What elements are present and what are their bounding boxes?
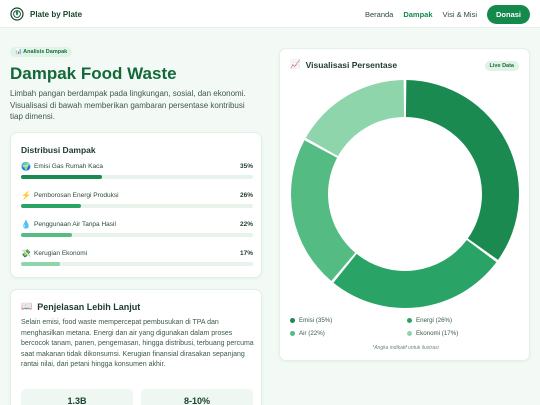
plate-logo-icon	[10, 7, 24, 21]
brand-name: Plate by Plate	[30, 9, 83, 19]
donasi-button[interactable]: Donasi	[486, 5, 530, 24]
progress-fill	[21, 175, 103, 179]
intro-text: Limbah pangan berdampak pada lingkungan,…	[10, 89, 246, 121]
progress-track	[21, 204, 253, 208]
explanation-text: Selain emisi, food waste mempercepat pem…	[21, 319, 254, 369]
legend-item: Emisi (35%)	[290, 317, 332, 324]
donut-slice-air[interactable]	[291, 140, 356, 281]
legend-swatch	[407, 318, 412, 323]
legend-swatch	[407, 331, 412, 336]
donut-chart	[291, 80, 519, 308]
chart-card: 📈 Visualisasi Persentase Live Data Emisi…	[279, 48, 530, 361]
legend-item: Air (22%)	[290, 330, 325, 337]
distribution-row-energi: ⚡ Pemborosan Energi Produksi 26%	[21, 191, 253, 214]
distribution-row-emisi: 🌍 Emisi Gas Rumah Kaca 35%	[21, 162, 253, 185]
stat-value: 8-10%	[183, 396, 210, 405]
row-percentage: 26%	[239, 192, 253, 199]
distribution-row-ekonomi: 💸 Kerugian Ekonomi 17%	[21, 249, 253, 272]
book-icon: 📖	[21, 301, 33, 311]
legend-label: Air (22%)	[299, 330, 325, 337]
row-percentage: 17%	[239, 250, 253, 257]
top-navbar: Plate by Plate Beranda Dampak Visi & Mis…	[0, 0, 540, 28]
explanation-title: Penjelasan Lebih Lanjut	[37, 301, 141, 312]
donut-slice-ekonomi[interactable]	[305, 80, 405, 157]
row-label: Pemborosan Energi Produksi	[34, 192, 119, 199]
globe-icon: 🌍	[21, 162, 31, 171]
distribution-title: Distribusi Dampak	[21, 145, 96, 155]
legend-swatch	[290, 318, 295, 323]
nav-link-dampak[interactable]: Dampak	[403, 10, 432, 19]
stat-value: 1.3B	[67, 396, 87, 405]
donut-slice-energi[interactable]	[333, 240, 497, 308]
progress-fill	[21, 204, 82, 208]
row-label: Emisi Gas Rumah Kaca	[34, 163, 103, 170]
progress-fill	[21, 262, 61, 266]
row-percentage: 22%	[239, 221, 253, 228]
water-drop-icon: 💧	[21, 220, 31, 229]
legend-item: Energi (26%)	[407, 317, 452, 324]
progress-fill	[21, 233, 73, 237]
analysis-badge: 📊 Analisis Dampak	[10, 47, 73, 57]
explanation-card: 📖 Penjelasan Lebih Lanjut Selain emisi, …	[10, 289, 262, 405]
money-icon: 💸	[21, 249, 31, 258]
progress-track	[21, 233, 253, 237]
brand-logo-link[interactable]: Plate by Plate	[10, 7, 82, 21]
row-label: Kerugian Ekonomi	[34, 250, 88, 257]
progress-track	[21, 175, 253, 179]
stat-box: 8-10%	[141, 389, 253, 405]
progress-track	[21, 262, 253, 266]
distribution-row-air: 💧 Penggunaan Air Tanpa Hasil 22%	[21, 220, 253, 243]
chart-footnote: *Angka indikatif untuk ilustrasi	[372, 345, 439, 351]
nav-link-beranda[interactable]: Beranda	[365, 10, 393, 19]
row-percentage: 35%	[239, 163, 253, 170]
page-title: Dampak Food Waste	[10, 64, 177, 83]
legend-item: Ekonomi (17%)	[407, 330, 458, 337]
legend-label: Energi (26%)	[416, 317, 453, 324]
explanation-heading: 📖 Penjelasan Lebih Lanjut	[21, 301, 140, 312]
legend-swatch	[290, 331, 295, 336]
row-label: Penggunaan Air Tanpa Hasil	[34, 221, 116, 228]
stat-box: 1.3B	[21, 389, 133, 405]
distribution-card: Distribusi Dampak 🌍 Emisi Gas Rumah Kaca…	[10, 132, 262, 278]
lightning-icon: ⚡	[21, 191, 31, 200]
legend-label: Emisi (35%)	[299, 317, 333, 324]
donut-slice-emisi[interactable]	[405, 80, 519, 260]
legend-label: Ekonomi (17%)	[416, 330, 459, 337]
nav-link-visi-misi[interactable]: Visi & Misi	[443, 10, 477, 19]
